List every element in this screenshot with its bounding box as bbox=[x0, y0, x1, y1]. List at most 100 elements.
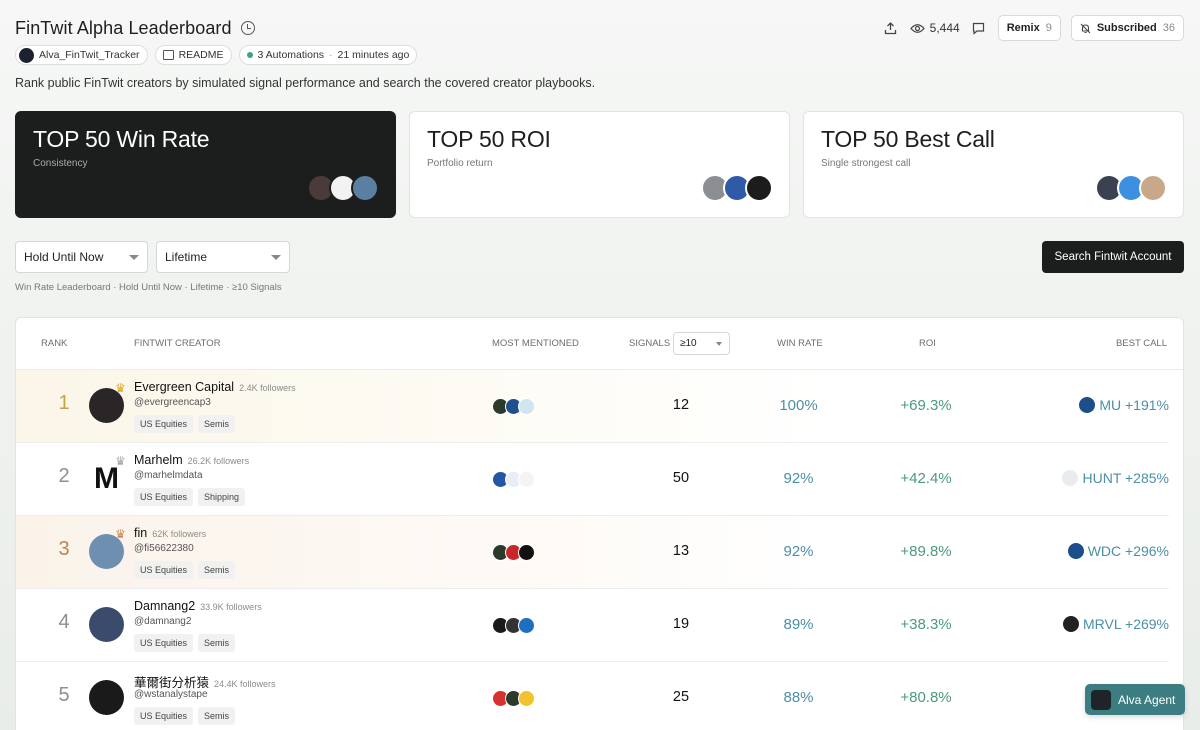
card-avatars bbox=[1095, 174, 1167, 202]
crown-icon: ♛ bbox=[115, 527, 126, 541]
creator-tags: US Equities Semis bbox=[134, 634, 236, 652]
roi-value: +38.3% bbox=[900, 616, 952, 633]
creator-name[interactable]: Damnang2 bbox=[134, 599, 195, 613]
subscribed-count: 36 bbox=[1162, 22, 1175, 34]
col-signals[interactable]: SIGNALS bbox=[629, 338, 670, 349]
table-header: RANK FINTWIT CREATOR MOST MENTIONED SIGN… bbox=[16, 318, 1183, 370]
hold-select[interactable]: Hold Until Now bbox=[15, 241, 148, 273]
creator-name[interactable]: Marhelm bbox=[134, 453, 183, 467]
creator-handle[interactable]: @fi56622380 bbox=[134, 543, 194, 554]
header-actions: 5,444 Remix 9 Subscribed 36 bbox=[882, 15, 1184, 41]
follower-count: 33.9K followers bbox=[200, 602, 262, 612]
comment-icon[interactable] bbox=[970, 19, 988, 37]
card-avatars bbox=[701, 174, 773, 202]
owner-chip[interactable]: Alva_FinTwit_Tracker bbox=[15, 45, 148, 65]
col-roi[interactable]: ROI bbox=[919, 338, 936, 349]
tag: US Equities bbox=[134, 707, 194, 725]
avatar[interactable] bbox=[89, 607, 124, 642]
alva-agent-button[interactable]: Alva Agent bbox=[1085, 684, 1185, 715]
creator-name[interactable]: fin bbox=[134, 526, 147, 540]
tag: Semis bbox=[198, 707, 236, 725]
creator-tags: US Equities Shipping bbox=[134, 488, 246, 506]
col-win-rate[interactable]: WIN RATE bbox=[777, 338, 823, 349]
most-mentioned bbox=[492, 617, 535, 634]
win-rate-value: 92% bbox=[783, 543, 814, 560]
card-avatars bbox=[307, 174, 379, 202]
creator-name[interactable]: Evergreen Capital bbox=[134, 380, 234, 394]
best-call-value: HUNT +285% bbox=[1082, 470, 1169, 486]
subscribed-label: Subscribed bbox=[1096, 22, 1157, 34]
ticker-logo-icon[interactable] bbox=[518, 398, 535, 415]
ticker-logo-icon[interactable] bbox=[518, 471, 535, 488]
best-call[interactable]: HUNT +285% bbox=[1062, 470, 1169, 486]
history-icon[interactable] bbox=[240, 21, 255, 35]
table-row[interactable]: 2 M ♛ Marhelm 26.2K followers @marhelmda… bbox=[16, 443, 1169, 516]
period-select-value: Lifetime bbox=[165, 250, 208, 264]
ticker-logo-icon[interactable] bbox=[518, 544, 535, 561]
col-creator[interactable]: FINTWIT CREATOR bbox=[134, 338, 221, 349]
bell-off-icon bbox=[1080, 23, 1091, 33]
avatar bbox=[745, 174, 773, 202]
table-row[interactable]: 5 華爾街分析猿 24.4K followers @wstanalystape … bbox=[16, 662, 1169, 730]
tag: US Equities bbox=[134, 488, 194, 506]
separator: · bbox=[329, 49, 333, 61]
period-select[interactable]: Lifetime bbox=[156, 241, 290, 273]
signals-count: 12 bbox=[672, 397, 690, 413]
ticker-logo-icon bbox=[1062, 470, 1079, 486]
creator-tags: US Equities Semis bbox=[134, 707, 236, 725]
agent-label: Alva Agent bbox=[1118, 692, 1176, 707]
creator-name-line: Marhelm 26.2K followers bbox=[134, 453, 249, 467]
most-mentioned bbox=[492, 398, 535, 415]
best-call[interactable]: MU +191% bbox=[1079, 397, 1169, 413]
most-mentioned bbox=[492, 690, 535, 707]
table-row[interactable]: 1 ♛ Evergreen Capital 2.4K followers @ev… bbox=[16, 370, 1169, 443]
share-icon[interactable] bbox=[882, 19, 900, 37]
creator-name-line: fin 62K followers bbox=[134, 526, 206, 540]
ticker-logo-icon[interactable] bbox=[518, 690, 535, 707]
follower-count: 24.4K followers bbox=[214, 679, 276, 689]
readme-chip[interactable]: README bbox=[154, 45, 232, 65]
remix-button[interactable]: Remix 9 bbox=[997, 15, 1061, 41]
remix-label: Remix bbox=[1006, 22, 1040, 34]
signals-count: 19 bbox=[672, 616, 690, 632]
tag: Semis bbox=[198, 415, 236, 433]
ticker-logo-icon bbox=[1067, 543, 1084, 559]
card-win-rate[interactable]: TOP 50 Win Rate Consistency bbox=[15, 111, 396, 218]
win-rate-value: 100% bbox=[779, 397, 818, 414]
avatar[interactable] bbox=[89, 680, 124, 715]
win-rate-value: 89% bbox=[783, 616, 814, 633]
status-dot-icon bbox=[246, 52, 253, 58]
page-title: FinTwit Alpha Leaderboard bbox=[15, 17, 232, 38]
most-mentioned bbox=[492, 544, 535, 561]
tag: Semis bbox=[198, 634, 236, 652]
creator-handle[interactable]: @wstanalystape bbox=[134, 689, 208, 700]
best-call[interactable]: WDC +296% bbox=[1067, 543, 1169, 559]
view-count: 5,444 bbox=[909, 21, 960, 35]
signals-filter-select[interactable]: ≥10 bbox=[673, 332, 730, 355]
card-title: TOP 50 ROI bbox=[427, 126, 551, 152]
col-mentioned[interactable]: MOST MENTIONED bbox=[492, 338, 579, 349]
avatar bbox=[351, 174, 379, 202]
rank-value: 5 bbox=[58, 684, 70, 706]
table-row[interactable]: 4 Damnang2 33.9K followers @damnang2 US … bbox=[16, 589, 1169, 662]
creator-handle[interactable]: @evergreencap3 bbox=[134, 397, 211, 408]
card-title: TOP 50 Best Call bbox=[821, 126, 995, 152]
win-rate-value: 92% bbox=[783, 470, 814, 487]
automations-chip[interactable]: 3 Automations · 21 minutes ago bbox=[238, 45, 418, 65]
book-icon bbox=[162, 50, 174, 60]
creator-handle[interactable]: @damnang2 bbox=[134, 616, 191, 627]
best-call[interactable]: MRVL +269% bbox=[1063, 616, 1169, 632]
card-subtitle: Single strongest call bbox=[821, 158, 911, 169]
col-rank[interactable]: RANK bbox=[41, 338, 67, 349]
table-row[interactable]: 3 ♛ fin 62K followers @fi56622380 US Equ… bbox=[16, 516, 1169, 589]
search-fintwit-button[interactable]: Search Fintwit Account bbox=[1042, 241, 1184, 273]
ticker-logo-icon[interactable] bbox=[518, 617, 535, 634]
best-call-value: WDC +296% bbox=[1087, 543, 1169, 559]
creator-handle[interactable]: @marhelmdata bbox=[134, 470, 203, 481]
tag: US Equities bbox=[134, 415, 194, 433]
subscribed-button[interactable]: Subscribed 36 bbox=[1070, 15, 1184, 41]
col-best-call[interactable]: BEST CALL bbox=[1116, 338, 1167, 349]
page-subtitle: Rank public FinTwit creators by simulate… bbox=[15, 76, 596, 90]
card-roi[interactable]: TOP 50 ROI Portfolio return bbox=[409, 111, 790, 218]
card-best-call[interactable]: TOP 50 Best Call Single strongest call bbox=[803, 111, 1184, 218]
